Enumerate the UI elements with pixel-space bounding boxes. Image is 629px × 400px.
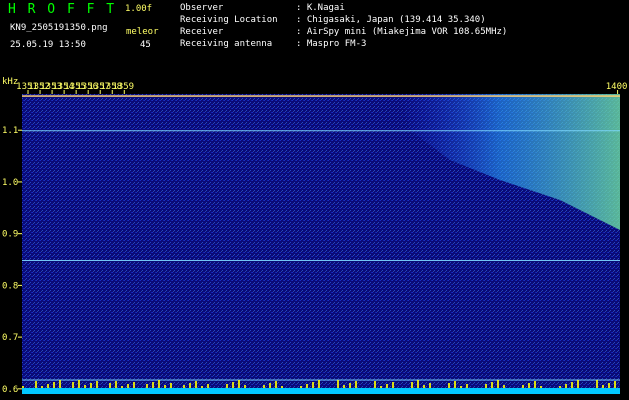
baseline-spike-23 (275, 381, 277, 388)
baseline-spike-7 (281, 386, 283, 388)
baseline-spike-68 (146, 384, 148, 388)
baseline-spike-33 (47, 384, 49, 388)
baseline-spike-2 (96, 381, 98, 388)
baseline-spike-31 (571, 382, 573, 388)
baseline-spike-38 (232, 382, 234, 388)
x-tick-label-8: 1359 (112, 82, 134, 92)
baseline-spike-51 (115, 381, 117, 388)
baseline-spike-66 (72, 382, 74, 388)
baseline-spike-37 (195, 381, 197, 388)
baseline-spike-30 (534, 381, 536, 388)
baseline-spike-8 (318, 380, 320, 388)
baseline-spike-1 (59, 380, 61, 388)
baseline-spike-19 (127, 384, 129, 388)
baseline-spike-49 (41, 386, 43, 388)
baseline-spike-29 (497, 380, 499, 388)
y-tick-label-0: 1.1 (2, 126, 18, 136)
baseline-spike-3 (133, 382, 135, 388)
baseline-spike-55 (263, 385, 265, 388)
spectrogram-chart: kHz1.11.00.90.80.70.61351135213531354135… (2, 77, 628, 395)
baseline-spike-40 (306, 384, 308, 388)
baseline-spike-65 (35, 381, 37, 388)
baseline-spike-34 (84, 385, 86, 388)
baseline-spike-64 (596, 380, 598, 388)
baseline-spike-24 (312, 382, 314, 388)
baseline-spike-63 (559, 386, 561, 388)
baseline-spike-11 (429, 383, 431, 388)
baseline-spike-45 (491, 382, 493, 388)
baseline-spike-48 (602, 385, 604, 388)
baseline-spike-39 (269, 383, 271, 388)
baseline-spike-43 (417, 380, 419, 388)
baseline-spike-47 (565, 384, 567, 388)
baseline-spike-25 (349, 383, 351, 388)
baseline-spike-56 (300, 386, 302, 388)
y-tick-label-3: 0.8 (2, 281, 18, 291)
baseline-spike-41 (343, 385, 345, 388)
baseline-spike-42 (380, 386, 382, 388)
baseline-spike-58 (374, 381, 376, 388)
baseline-spike-50 (78, 380, 80, 388)
baseline-spike-36 (158, 380, 160, 388)
baseline-spike-4 (170, 383, 172, 388)
baseline-spike-17 (53, 382, 55, 388)
baseline-spike-28 (460, 386, 462, 388)
baseline-spike-18 (90, 383, 92, 388)
baseline-spike-32 (608, 383, 610, 388)
baseline-spike-57 (337, 380, 339, 388)
baseline-spike-9 (355, 381, 357, 388)
baseline-spike-22 (238, 380, 240, 388)
baseline-spike-16 (614, 381, 616, 388)
baseline-spike-67 (109, 383, 111, 388)
baseline-spike-13 (503, 385, 505, 388)
baseline-spike-20 (164, 385, 166, 388)
baseline-strip (22, 388, 620, 394)
baseline-spike-44 (454, 381, 456, 388)
baseline-spike-10 (392, 382, 394, 388)
baseline-spike-12 (466, 384, 468, 388)
baseline-spike-15 (577, 380, 579, 388)
baseline-spike-35 (121, 386, 123, 388)
y-tick-label-2: 0.9 (2, 230, 18, 240)
baseline-spike-14 (540, 386, 542, 388)
baseline-spike-5 (207, 384, 209, 388)
baseline-spike-53 (189, 383, 191, 388)
y-tick-label-5: 0.6 (2, 385, 18, 395)
x-tick-label-9: 1400 (606, 82, 628, 92)
baseline-spike-6 (244, 385, 246, 388)
baseline-spike-62 (522, 385, 524, 388)
baseline-spike-52 (152, 382, 154, 388)
baseline-spike-60 (448, 383, 450, 388)
y-tick-label-4: 0.7 (2, 333, 18, 343)
baseline-spike-0 (22, 386, 24, 388)
baseline-spike-61 (485, 384, 487, 388)
baseline-spike-21 (201, 386, 203, 388)
baseline-spike-27 (423, 385, 425, 388)
baseline-spike-26 (386, 384, 388, 388)
baseline-spike-46 (528, 383, 530, 388)
baseline-spike-54 (226, 384, 228, 388)
baseline-spike-59 (411, 382, 413, 388)
baseline-spike-69 (183, 385, 185, 388)
y-tick-label-1: 1.0 (2, 178, 18, 188)
